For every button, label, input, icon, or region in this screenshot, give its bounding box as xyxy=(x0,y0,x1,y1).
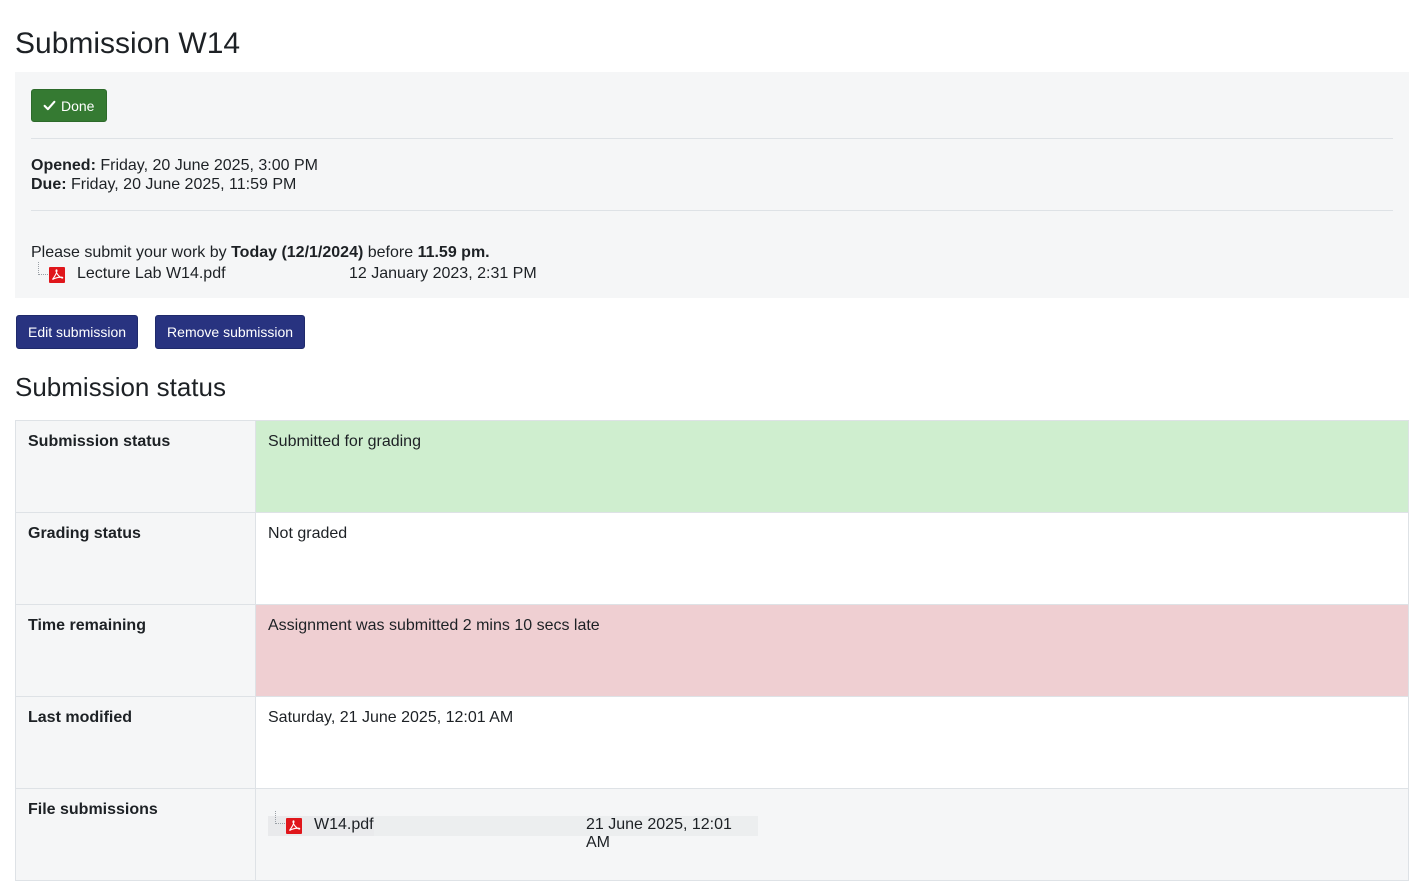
attachment-link[interactable]: Lecture Lab W14.pdf xyxy=(77,265,226,283)
opened-label: Opened: xyxy=(31,157,96,174)
table-row: Time remaining Assignment was submitted … xyxy=(15,604,1409,697)
row-label: Submission status xyxy=(15,420,256,513)
table-row: Grading status Not graded xyxy=(15,512,1409,605)
tree-connector xyxy=(275,811,285,824)
divider xyxy=(31,138,1393,139)
divider xyxy=(31,210,1393,211)
table-row: Last modified Saturday, 21 June 2025, 12… xyxy=(15,696,1409,789)
time-remaining-value: Assignment was submitted 2 mins 10 secs … xyxy=(255,604,1409,697)
row-label: File submissions xyxy=(15,788,256,881)
opened-date: Opened: Friday, 20 June 2025, 3:00 PM xyxy=(31,156,1393,175)
opened-value: Friday, 20 June 2025, 3:00 PM xyxy=(100,157,318,174)
due-label: Due: xyxy=(31,176,67,193)
row-label: Last modified xyxy=(15,696,256,789)
submission-status-value: Submitted for grading xyxy=(255,420,1409,513)
section-title: Submission status xyxy=(15,372,226,402)
table-row: Submission status Submitted for grading xyxy=(15,420,1409,513)
last-modified-value: Saturday, 21 June 2025, 12:01 AM xyxy=(255,696,1409,789)
tree-connector xyxy=(38,262,48,275)
submitted-file-link[interactable]: W14.pdf xyxy=(314,816,374,834)
done-button-label: Done xyxy=(61,97,95,114)
submission-actions: Edit submission Remove submission xyxy=(16,315,1409,349)
grading-status-value: Not graded xyxy=(255,512,1409,605)
submitted-file: W14.pdf 21 June 2025, 12:01 AM xyxy=(268,811,758,851)
intro-deadline: Today (12/1/2024) xyxy=(231,244,364,261)
attachment-date: 12 January 2023, 2:31 PM xyxy=(349,265,537,282)
submitted-file-date: 21 June 2025, 12:01 AM xyxy=(586,816,732,851)
intro-prefix: Please submit your work by xyxy=(31,244,232,261)
edit-submission-button[interactable]: Edit submission xyxy=(16,315,139,349)
intro-attachment: Lecture Lab W14.pdf 12 January 2023, 2:3… xyxy=(31,262,1393,286)
pdf-icon xyxy=(49,267,65,283)
pdf-icon xyxy=(286,818,302,834)
page-title: Submission W14 xyxy=(15,27,241,60)
due-value: Friday, 20 June 2025, 11:59 PM xyxy=(71,176,297,193)
remove-submission-button[interactable]: Remove submission xyxy=(155,315,306,349)
due-date: Due: Friday, 20 June 2025, 11:59 PM xyxy=(31,175,1393,194)
activity-info-box: Done Opened: Friday, 20 June 2025, 3:00 … xyxy=(15,72,1409,298)
intro-middle: before xyxy=(363,244,418,261)
assignment-page: Submission W14 Done Opened: Friday, 20 J… xyxy=(0,0,1419,881)
activity-dates: Opened: Friday, 20 June 2025, 3:00 PM Du… xyxy=(31,156,1393,194)
row-label: Time remaining xyxy=(15,604,256,697)
submission-status-table: Submission status Submitted for grading … xyxy=(15,420,1409,881)
checkmark-icon xyxy=(43,100,56,111)
file-submissions-value: W14.pdf 21 June 2025, 12:01 AM xyxy=(255,788,1409,881)
assignment-intro: Please submit your work by Today (12/1/2… xyxy=(31,243,1393,262)
table-row: File submissions W14.pdf 21 June 2025, 1… xyxy=(15,788,1409,881)
done-button[interactable]: Done xyxy=(31,89,108,122)
row-label: Grading status xyxy=(15,512,256,605)
intro-time: 11.59 pm. xyxy=(417,244,490,261)
